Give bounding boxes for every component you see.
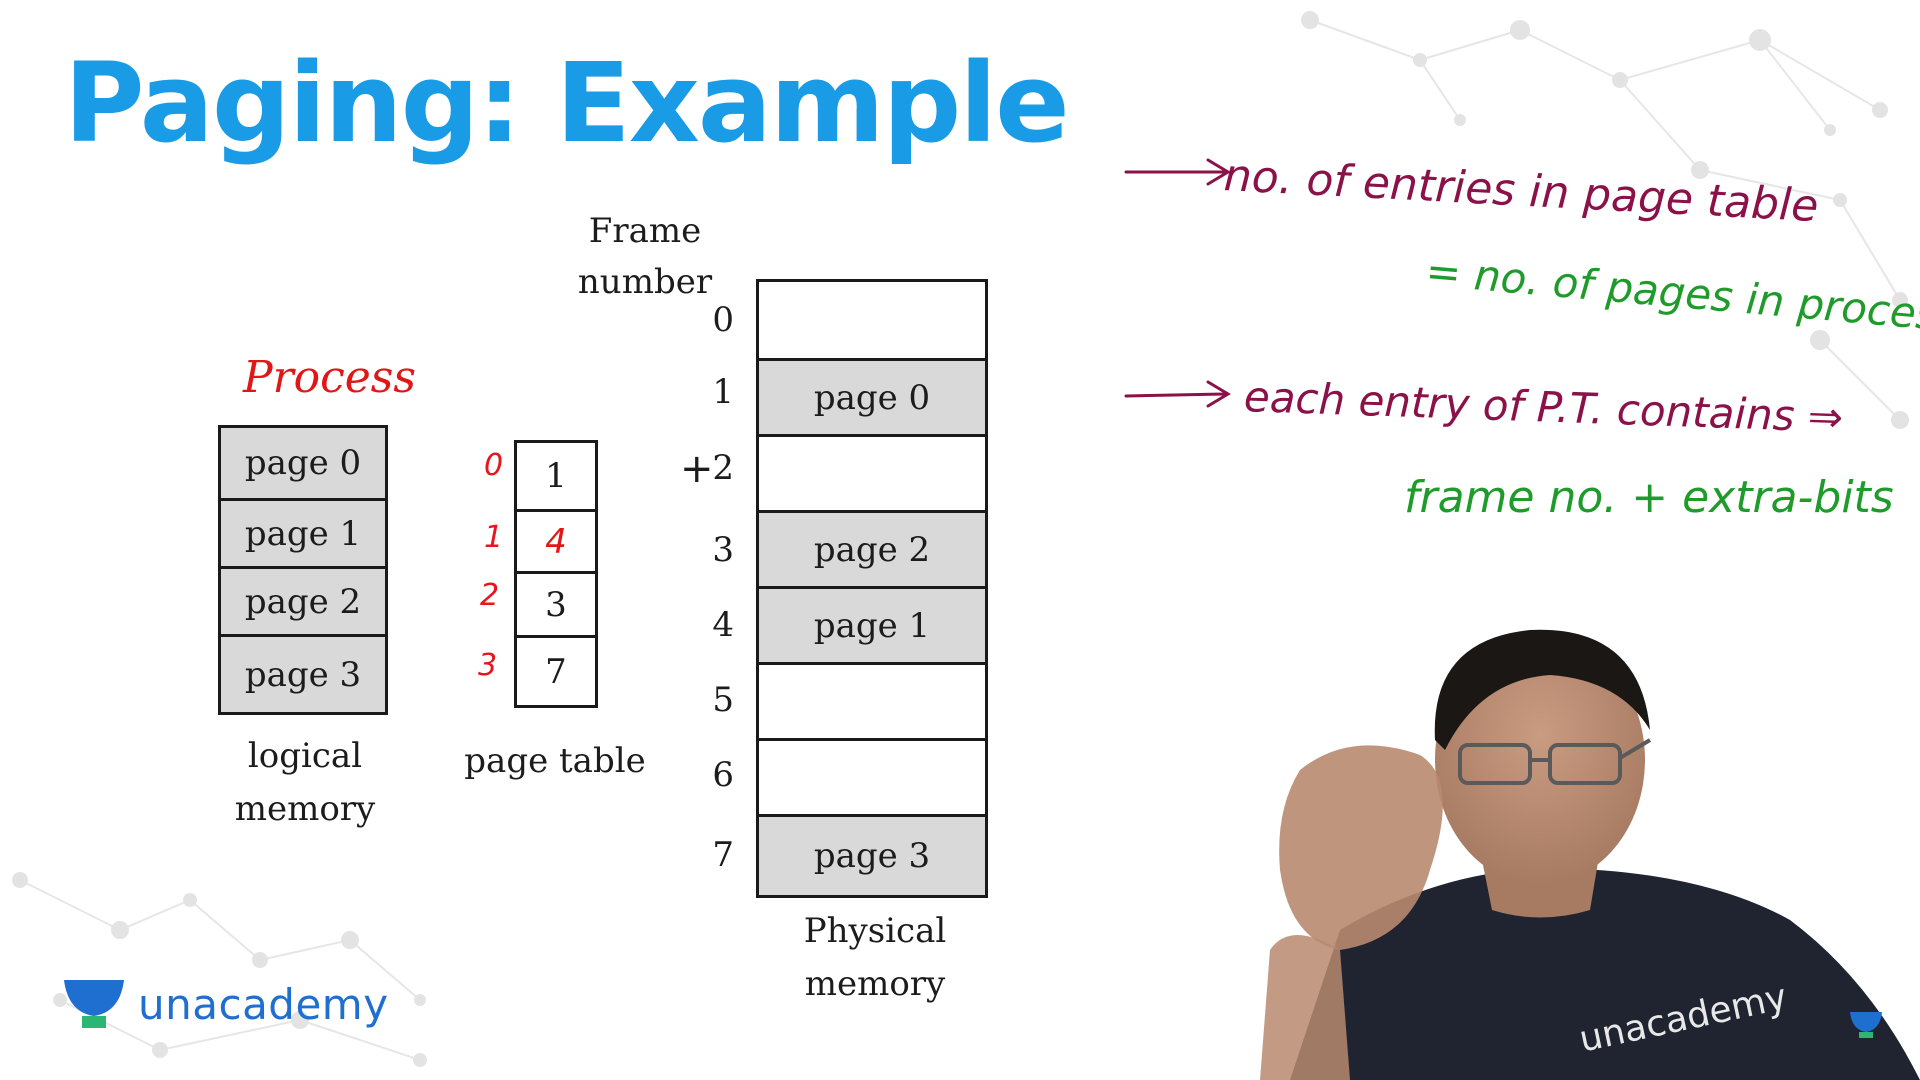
slide-title: Paging: Example xyxy=(64,39,1070,167)
page-table-block: 1 4 3 7 xyxy=(514,440,598,708)
logical-memory-caption: logical memory xyxy=(200,730,410,835)
page-table-index-2: 2 xyxy=(480,578,500,613)
logical-page-2: page 2 xyxy=(221,566,385,634)
page-table-entry-3: 7 xyxy=(517,635,595,705)
frame-number-4: 4 xyxy=(712,605,734,645)
frame-number-1: 1 xyxy=(712,372,734,412)
frame-number-3: 3 xyxy=(712,530,734,570)
page-table-entry-2: 3 xyxy=(517,571,595,635)
physical-frame-4: page 1 xyxy=(759,586,985,662)
frame-number-5: 5 xyxy=(712,680,734,720)
frame-number-0: 0 xyxy=(712,300,734,340)
physical-frame-3: page 2 xyxy=(759,510,985,586)
page-table-entry-0: 1 xyxy=(545,456,567,496)
frame-number-header: Frame number xyxy=(570,206,720,308)
logical-page-0: page 0 xyxy=(221,428,385,498)
logical-memory-caption-line2: memory xyxy=(234,788,376,829)
page-table-index-0: 0 xyxy=(484,448,504,483)
unacademy-logo-icon xyxy=(64,980,124,1028)
note-frame-no-extra-bits: frame no. + extra-bits xyxy=(1404,472,1894,523)
page-table-caption: page table xyxy=(464,741,646,781)
page-table-entry-1: 4 xyxy=(517,509,595,571)
physical-frame-2 xyxy=(759,434,985,510)
physical-frame-1: page 0 xyxy=(759,358,985,434)
logical-memory-caption-line1: logical xyxy=(247,736,363,776)
process-handwritten-label: Process xyxy=(243,352,416,403)
physical-frame-6 xyxy=(759,738,985,814)
physical-memory-caption-line2: memory xyxy=(804,963,946,1004)
frame-number-6: 6 xyxy=(712,755,734,795)
unacademy-logo-text: unacademy xyxy=(138,979,389,1029)
physical-frame-5 xyxy=(759,662,985,738)
logical-page-1: page 1 xyxy=(221,498,385,566)
logical-page-3: page 3 xyxy=(221,634,385,712)
logical-memory-block: page 0 page 1 page 2 page 3 xyxy=(218,425,388,715)
arrow-icon-2 xyxy=(1124,380,1231,408)
unacademy-corner-icon xyxy=(1850,1012,1882,1038)
pen-plus-mark: + xyxy=(680,446,714,492)
physical-memory-block: page 0 page 2 page 1 page 3 xyxy=(756,279,988,898)
physical-frame-7: page 3 xyxy=(759,814,985,895)
page-table-index-3: 3 xyxy=(478,648,498,683)
physical-memory-caption-line1: Physical xyxy=(803,911,947,951)
frame-number-header-line1: Frame xyxy=(588,211,702,251)
presenter-video-figure xyxy=(1260,629,1920,1080)
physical-frame-0 xyxy=(759,282,985,358)
frame-number-7: 7 xyxy=(712,835,734,875)
page-table-index-1: 1 xyxy=(484,520,504,555)
physical-memory-caption: Physical memory xyxy=(770,905,980,1010)
unacademy-logo: unacademy xyxy=(62,976,389,1032)
